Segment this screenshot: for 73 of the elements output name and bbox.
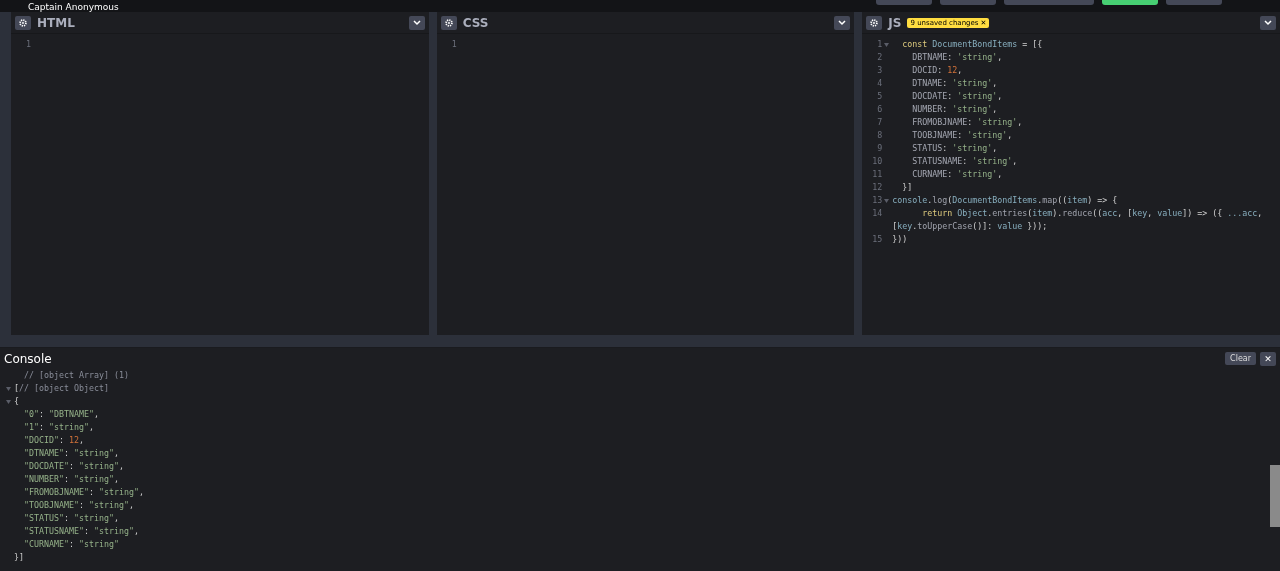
line-number: 1 — [25, 38, 32, 51]
line-number: 2 — [876, 51, 884, 64]
chevron-down-icon — [1264, 19, 1272, 26]
console-line: { — [14, 395, 19, 408]
line-number: 9 — [876, 142, 884, 155]
code-line: CURNAME: 'string', — [911, 168, 1003, 181]
console-line: "CURNAME": "string" — [23, 538, 119, 551]
settings-button[interactable] — [440, 15, 457, 30]
code-line: console.log(DocumentBondItems.map((item) => { — [892, 194, 1118, 207]
console-line: }] — [14, 551, 24, 564]
console-line: "NUMBER": "string", — [23, 473, 119, 486]
console-line: // [object Array] (1) — [23, 369, 129, 382]
line-number: 1 — [876, 38, 884, 51]
code-line: TOOBJNAME: 'string', — [911, 129, 1013, 142]
fold-arrow-icon[interactable] — [6, 386, 11, 391]
console-line: "FROMOBJNAME": "string", — [23, 486, 144, 499]
line-number: 4 — [876, 77, 884, 90]
code-line: })) — [892, 233, 908, 246]
fold-arrow-icon[interactable] — [884, 198, 890, 203]
line-number: 5 — [876, 90, 884, 103]
dropdown-button[interactable] — [408, 15, 425, 30]
code-line: STATUS: 'string', — [911, 142, 998, 155]
line-number: 11 — [871, 168, 884, 181]
line-number: 8 — [876, 129, 884, 142]
console-line: "TOOBJNAME": "string", — [23, 499, 134, 512]
console-title: Console — [4, 351, 52, 366]
console-line: "DOCDATE": "string", — [23, 460, 124, 473]
console-line: "0": "DBTNAME", — [23, 408, 99, 421]
user-name[interactable]: Captain Anonymous — [28, 2, 119, 12]
console-line: "STATUSNAME": "string", — [23, 525, 139, 538]
console-line: "DTNAME": "string", — [23, 447, 119, 460]
line-number: 12 — [871, 181, 884, 194]
line-number: 14 — [871, 207, 884, 220]
code-line: DBTNAME: 'string', — [911, 51, 1003, 64]
console-line: "DOCID": 12, — [23, 434, 84, 447]
dropdown-button[interactable] — [834, 15, 851, 30]
console-line: "STATUS": "string", — [23, 512, 119, 525]
chevron-down-icon — [412, 19, 421, 26]
close-button[interactable]: ✕ — [1260, 351, 1276, 366]
editor-title: HTML — [37, 15, 75, 30]
code-line: DTNAME: 'string', — [911, 77, 998, 90]
settings-button[interactable] — [15, 15, 31, 30]
fold-arrow-icon[interactable] — [6, 399, 11, 404]
chevron-down-icon — [838, 19, 847, 26]
code-line: const DocumentBondItems = [{ — [901, 38, 1043, 51]
settings-button[interactable] — [866, 15, 883, 30]
code-line: STATUSNAME: 'string', — [911, 155, 1018, 168]
gear-icon — [870, 18, 879, 27]
line-number: 7 — [876, 116, 884, 129]
line-number: 3 — [876, 64, 884, 77]
code-line: FROMOBJNAME: 'string', — [911, 116, 1023, 129]
code-line: NUMBER: 'string', — [911, 103, 998, 116]
line-number: 6 — [876, 103, 884, 116]
code-line: }] — [901, 181, 913, 194]
gear-icon — [19, 18, 27, 27]
console-line: "1": "string", — [23, 421, 94, 434]
line-number: 1 — [450, 38, 458, 51]
editor-title: CSS — [462, 15, 489, 30]
editor-title: JS — [888, 15, 902, 30]
line-number: 10 — [871, 155, 884, 168]
scrollbar-thumb[interactable] — [1270, 465, 1280, 527]
resize-handle[interactable] — [0, 335, 1280, 348]
dropdown-button[interactable] — [1260, 15, 1276, 30]
gear-icon — [444, 18, 453, 27]
code-line: DOCID: 12, — [911, 64, 963, 77]
code-line: DOCDATE: 'string', — [911, 90, 1003, 103]
line-number: 13 — [871, 194, 884, 207]
clear-button[interactable]: Clear — [1225, 352, 1256, 365]
console-line: [// [object Object] — [14, 382, 109, 395]
line-number: 15 — [871, 233, 884, 246]
save-button[interactable] — [1102, 0, 1158, 5]
fold-arrow-icon[interactable] — [884, 42, 890, 47]
code-line: return Object.entries(item).reduce((acc, [key, value]) => ({ ...acc, [key.toUpperCase()]: value })); — [892, 207, 1264, 233]
